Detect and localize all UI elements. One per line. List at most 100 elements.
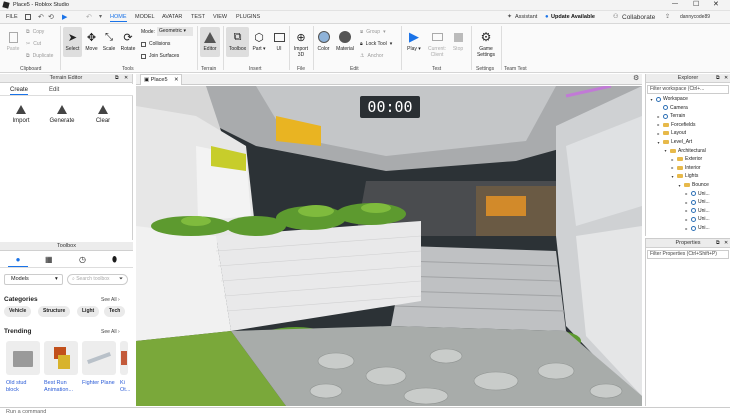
explorer-filter[interactable]: Filter workspace (Ctrl+... xyxy=(647,85,729,94)
update-available-button[interactable]: Update Available xyxy=(551,14,595,20)
cut-button[interactable]: ✂ Cut xyxy=(26,41,41,47)
current-client-button[interactable]: Current: Client xyxy=(425,30,449,58)
tab-home[interactable]: HOME xyxy=(110,14,127,22)
username-label[interactable]: dannycode89 xyxy=(680,14,710,20)
explorer-item[interactable]: ▾ Lights xyxy=(646,173,698,179)
explorer-item[interactable]: ▾ Architectural xyxy=(646,148,705,154)
game-settings-button[interactable]: ⚙ Game Settings xyxy=(473,30,499,58)
tab-create[interactable]: Create xyxy=(10,87,29,95)
tab-plugins[interactable]: PLUGINS xyxy=(236,14,260,20)
explorer-item[interactable]: Camera xyxy=(646,105,688,111)
generate-terrain-button[interactable]: Generate xyxy=(48,102,76,124)
lock-tool-button[interactable]: 🔒︎ Lock Tool ▾ xyxy=(360,41,392,47)
more-chevron-icon[interactable]: ▾ xyxy=(99,13,102,20)
play-quick-icon[interactable]: ▶ xyxy=(62,13,67,21)
maximize-button[interactable]: ☐ xyxy=(693,0,699,8)
redo-icon[interactable]: ⟲ xyxy=(48,13,54,21)
tab-edit[interactable]: Edit xyxy=(49,87,59,93)
toolbox-button[interactable]: ⧉ Toolbox xyxy=(226,27,249,57)
trending-item-thumbnail[interactable] xyxy=(120,341,128,375)
viewport-settings-icon[interactable]: ⚙ xyxy=(633,74,639,82)
chip-vehicle[interactable]: Vehicle xyxy=(4,306,32,317)
collisions-toggle[interactable]: Collisions xyxy=(141,41,170,47)
explorer-item[interactable]: ▾ Level_Art xyxy=(646,139,692,145)
assistant-button[interactable]: Assistant xyxy=(515,14,537,20)
explorer-item[interactable]: ▸ Forcefields xyxy=(646,122,695,128)
chevron-right-icon[interactable]: ▸ xyxy=(684,191,689,196)
mode-dropdown[interactable]: Geometric ▾ xyxy=(157,27,193,36)
scale-button[interactable]: ⤡ Scale xyxy=(101,30,117,53)
trending-item-label[interactable]: Old stud block xyxy=(6,380,40,394)
trending-item-label[interactable]: Ki Ot... xyxy=(120,380,130,394)
play-button[interactable]: ▶ Play ▾ xyxy=(405,29,423,52)
explorer-item[interactable]: ▸ Uni... xyxy=(646,208,709,214)
chip-tech[interactable]: Tech xyxy=(104,306,126,317)
save-icon[interactable] xyxy=(25,14,31,20)
chevron-down-icon[interactable]: ▾ xyxy=(677,183,682,188)
trending-see-all[interactable]: See All › xyxy=(101,329,120,335)
trending-item-label[interactable]: Best Run Animation... xyxy=(44,380,80,394)
undo-arrow-icon[interactable]: ↶ xyxy=(86,13,92,21)
explorer-item[interactable]: ▾ Bounce xyxy=(646,182,708,188)
chip-light[interactable]: Light xyxy=(77,306,100,317)
trending-item-label[interactable]: Fighter Plane xyxy=(82,380,116,387)
ui-button[interactable]: UI xyxy=(271,30,287,52)
explorer-item[interactable]: ▾ Workspace xyxy=(646,96,687,102)
models-dropdown[interactable]: Models ▾ xyxy=(4,274,63,285)
chevron-right-icon[interactable]: ▸ xyxy=(656,131,661,136)
marketplace-tab[interactable]: ● xyxy=(8,255,28,267)
inventory-grid-icon[interactable]: ▦ xyxy=(45,255,53,264)
chip-structure[interactable]: Structure xyxy=(38,306,71,317)
detach-icon[interactable]: ⧉ xyxy=(716,240,720,246)
file-menu[interactable]: FILE xyxy=(6,14,18,20)
trending-item-thumbnail[interactable] xyxy=(82,341,116,375)
duplicate-button[interactable]: ⧉ Duplicate xyxy=(26,53,53,59)
close-icon[interactable]: ✕ xyxy=(724,240,728,246)
close-icon[interactable]: ✕ xyxy=(124,75,128,81)
chevron-down-icon[interactable]: ▾ xyxy=(649,97,654,102)
close-icon[interactable]: ✕ xyxy=(174,75,179,85)
join-surfaces-toggle[interactable]: Join Surfaces xyxy=(141,53,179,59)
detach-icon[interactable]: ⧉ xyxy=(716,75,720,81)
material-button[interactable]: Material xyxy=(334,30,356,52)
minimize-button[interactable]: — xyxy=(672,1,678,7)
chevron-right-icon[interactable]: ▸ xyxy=(656,122,661,127)
chevron-right-icon[interactable]: ▸ xyxy=(684,217,689,222)
explorer-item[interactable]: ▸ Uni... xyxy=(646,199,709,205)
chevron-right-icon[interactable]: ▸ xyxy=(684,208,689,213)
trending-item-thumbnail[interactable] xyxy=(6,341,40,375)
copy-button[interactable]: ⧉ Copy xyxy=(26,29,44,35)
categories-see-all[interactable]: See All › xyxy=(101,297,120,303)
undo-icon[interactable]: ↶ xyxy=(38,13,44,21)
import-terrain-button[interactable]: Import xyxy=(9,102,33,124)
tab-test[interactable]: TEST xyxy=(191,14,205,20)
chevron-down-icon[interactable]: ▾ xyxy=(670,174,675,179)
chevron-down-icon[interactable]: ▾ xyxy=(656,140,661,145)
explorer-item[interactable]: ▸ Terrain xyxy=(646,113,685,119)
creations-pin-icon[interactable]: ⬮ xyxy=(112,255,117,265)
assistant-icon[interactable]: ✦ xyxy=(507,13,512,20)
explorer-item[interactable]: ▸ Exterior xyxy=(646,156,702,162)
tab-view[interactable]: VIEW xyxy=(213,14,227,20)
clear-terrain-button[interactable]: Clear xyxy=(92,102,114,124)
chevron-right-icon[interactable]: ▸ xyxy=(684,200,689,205)
share-icon[interactable]: ⇪ xyxy=(665,13,670,20)
chevron-down-icon[interactable]: ▾ xyxy=(663,148,668,153)
explorer-item[interactable]: ▸ Uni... xyxy=(646,225,709,231)
terrain-editor-button[interactable]: Editor xyxy=(200,27,220,57)
3d-viewport[interactable]: 00:00 xyxy=(136,86,642,406)
command-bar[interactable]: Run a command xyxy=(0,407,730,416)
part-button[interactable]: ⬡ Part ▾ xyxy=(251,30,267,53)
group-button[interactable]: ⧈ Group ▾ xyxy=(360,29,386,35)
anchor-button[interactable]: ⚓︎ Anchor xyxy=(360,53,383,59)
collaborate-button[interactable]: Collaborate xyxy=(622,14,655,21)
chevron-right-icon[interactable]: ▸ xyxy=(670,165,675,170)
color-button[interactable]: Color xyxy=(315,30,332,52)
tab-avatar[interactable]: AVATAR xyxy=(162,14,182,20)
tab-model[interactable]: MODEL xyxy=(135,14,155,20)
detach-icon[interactable]: ⧉ xyxy=(115,75,119,81)
explorer-item[interactable]: ▸ Uni... xyxy=(646,216,709,222)
explorer-item[interactable]: ▸ Interior xyxy=(646,165,700,171)
close-icon[interactable]: ✕ xyxy=(724,75,728,81)
chevron-right-icon[interactable]: ▸ xyxy=(670,157,675,162)
